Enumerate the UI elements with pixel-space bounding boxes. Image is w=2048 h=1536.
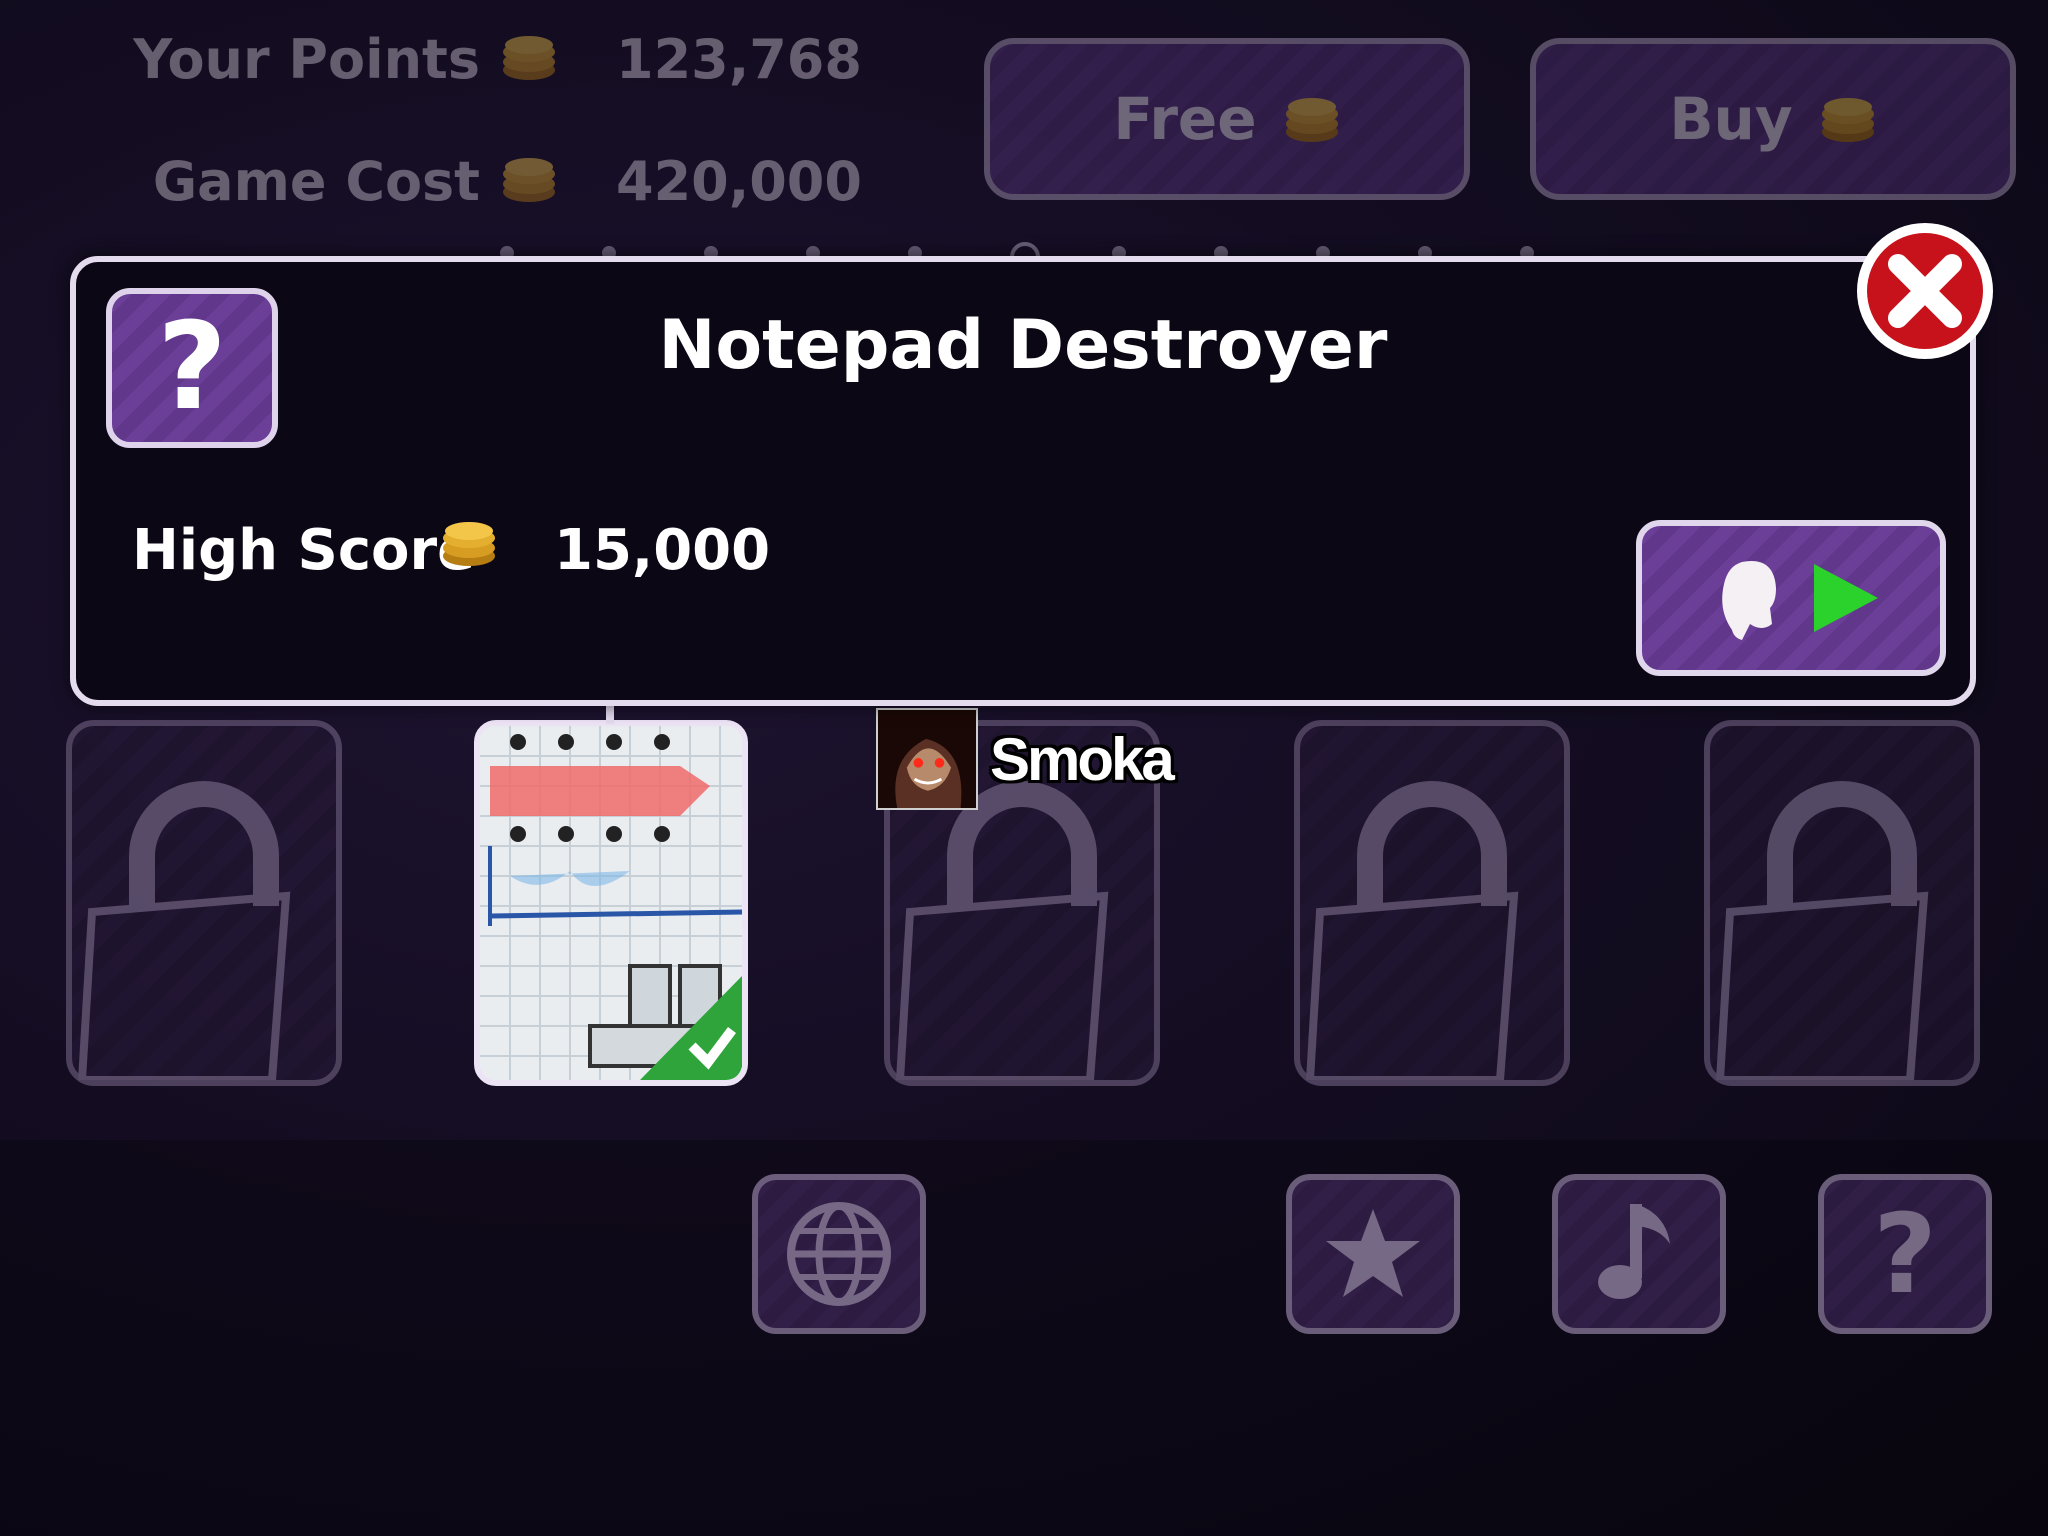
play-icons xyxy=(1722,561,1878,640)
level-info-panel: ? Notepad Destroyer High Score 15,000 xyxy=(70,256,1976,706)
bottom-toolbar-band xyxy=(0,1140,2048,1536)
level-slot-locked[interactable] xyxy=(66,720,342,1086)
high-score-label: High Score xyxy=(132,518,476,583)
globe-button[interactable] xyxy=(752,1174,926,1334)
help-button[interactable]: ? xyxy=(1818,1174,1992,1334)
points-label: Your Points xyxy=(133,28,480,91)
close-icon[interactable] xyxy=(1852,218,1998,364)
star-icon xyxy=(1326,1209,1420,1297)
game-cost-value: 420,000 xyxy=(616,150,862,213)
buy-button[interactable]: Buy xyxy=(1530,38,2016,200)
single-player-play-button[interactable] xyxy=(1636,520,1946,676)
padlock-icon xyxy=(1305,781,1519,1080)
coin-icon xyxy=(443,522,495,566)
level-slot-locked[interactable] xyxy=(1704,720,1980,1086)
panel-connector xyxy=(606,706,614,724)
padlock-icon xyxy=(77,781,291,1080)
music-button[interactable] xyxy=(1552,1174,1726,1334)
level-title: Notepad Destroyer xyxy=(658,306,1388,385)
player-head-icon xyxy=(1722,561,1776,640)
game-cost-label: Game Cost xyxy=(152,150,480,213)
level-slot-locked[interactable] xyxy=(1294,720,1570,1086)
globe-icon xyxy=(787,1202,891,1306)
points-value: 123,768 xyxy=(616,28,862,91)
help-icon: ? xyxy=(1873,1190,1937,1318)
padlock-icon xyxy=(1715,781,1929,1080)
play-arrow-icon xyxy=(1814,564,1878,632)
coin-icon xyxy=(503,36,555,80)
high-score-value: 15,000 xyxy=(554,518,771,583)
free-button-label: Free xyxy=(1113,85,1257,153)
level-thumbnail xyxy=(480,726,742,1080)
coin-icon xyxy=(503,158,555,202)
level-card-notepad-destroyer[interactable] xyxy=(474,720,748,1086)
music-note-icon xyxy=(1598,1204,1670,1299)
avatar xyxy=(876,708,978,810)
coin-icon xyxy=(1285,98,1338,142)
favorites-button[interactable] xyxy=(1286,1174,1460,1334)
user-tag: Smoka xyxy=(876,706,1175,812)
user-name: Smoka xyxy=(990,725,1175,793)
free-button[interactable]: Free xyxy=(984,38,1470,200)
buy-button-label: Buy xyxy=(1669,85,1793,153)
coin-icon xyxy=(1821,98,1874,142)
